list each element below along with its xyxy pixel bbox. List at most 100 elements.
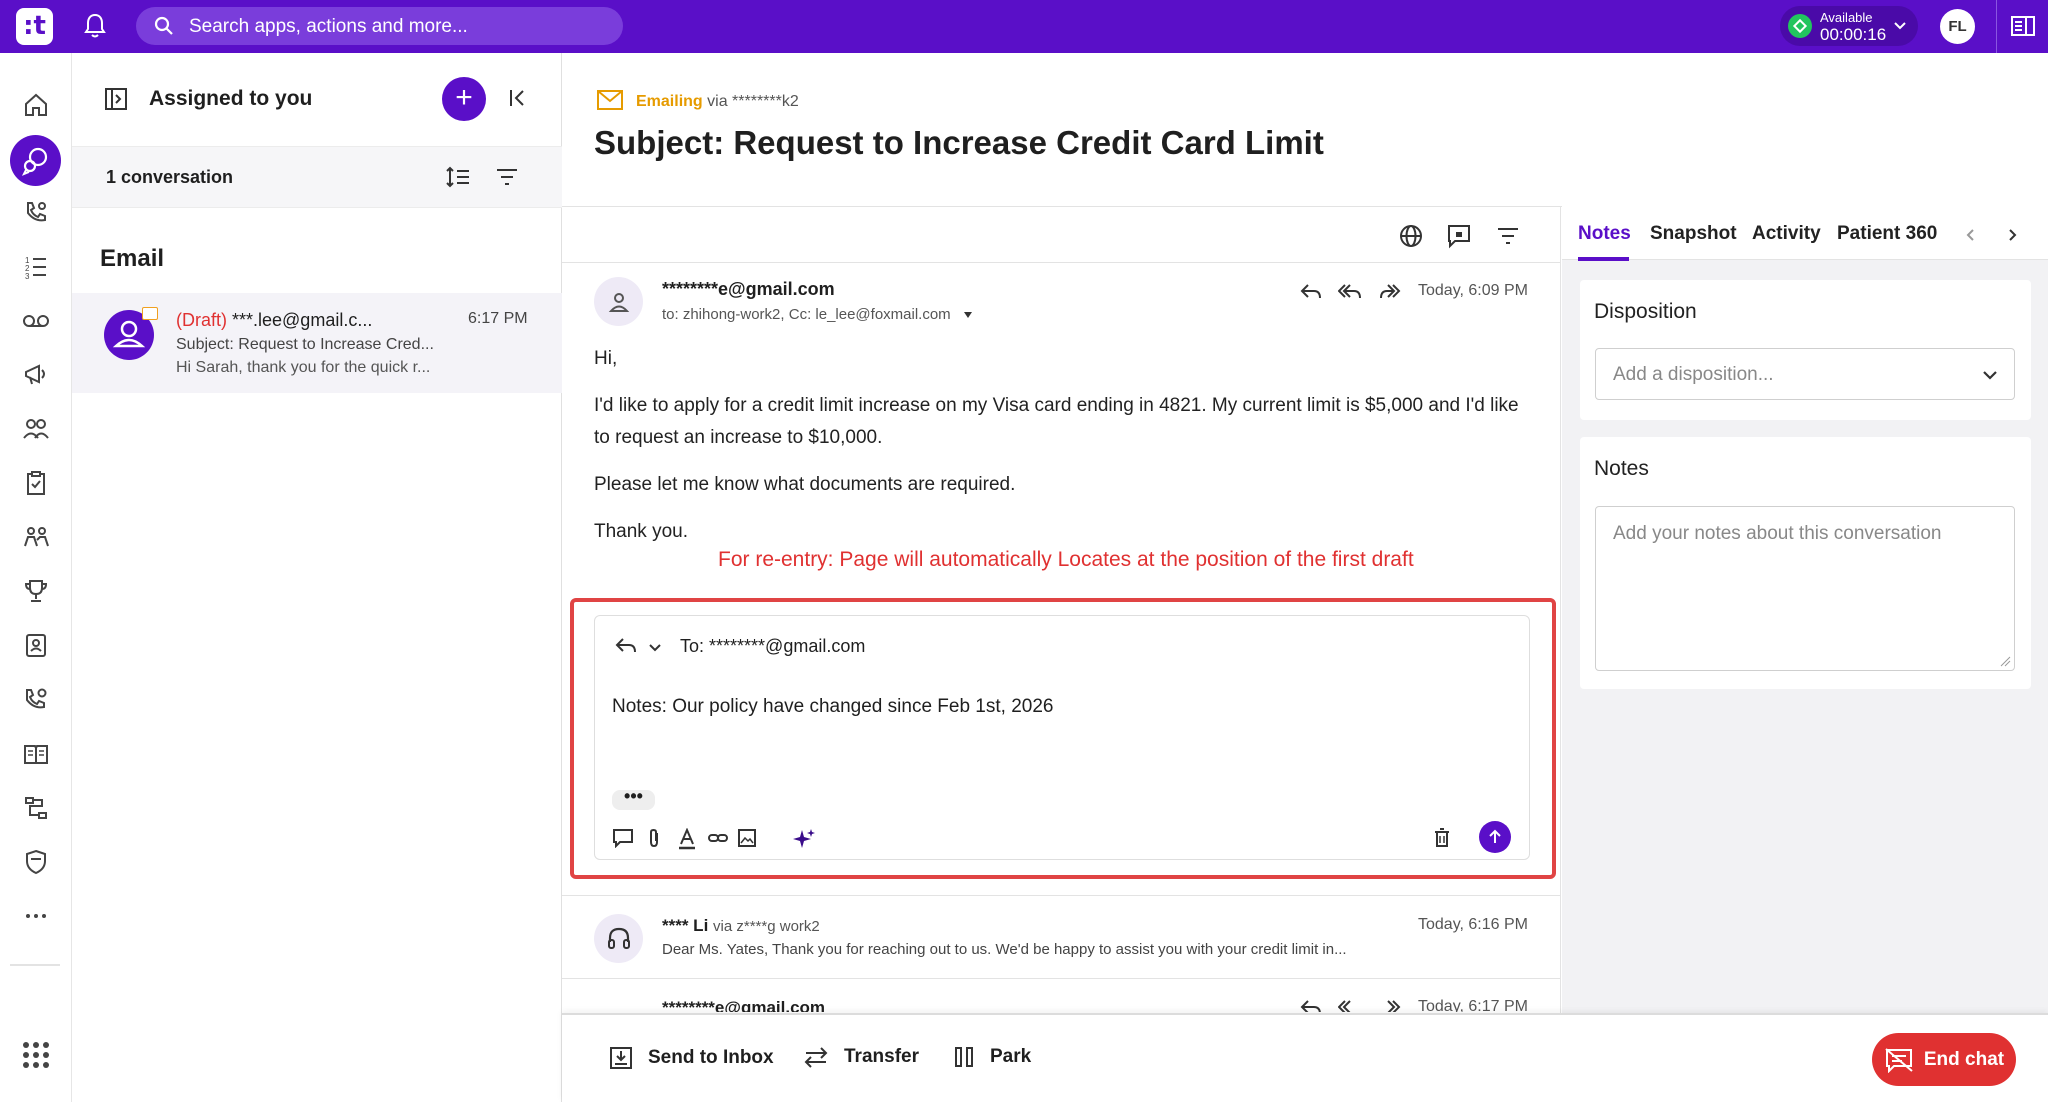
message-recipients[interactable]: to: zhihong-work2, Cc: le_lee@foxmail.co…	[662, 306, 973, 323]
bell-icon[interactable]	[84, 13, 106, 39]
shield-icon[interactable]	[18, 844, 54, 880]
disposition-select[interactable]: Add a disposition...	[1595, 348, 2015, 400]
message2-time: Today, 6:16 PM	[1418, 916, 1528, 933]
canned-response-icon[interactable]	[612, 828, 634, 848]
calls-icon[interactable]	[18, 194, 54, 230]
home-icon[interactable]	[18, 87, 54, 123]
reply-all-icon[interactable]	[1338, 998, 1362, 1012]
mail-icon	[597, 90, 623, 110]
transfer-button[interactable]: Transfer	[802, 1045, 919, 1069]
disposition-card: Disposition Add a disposition...	[1580, 280, 2031, 420]
left-nav: 123	[0, 53, 72, 1102]
clipboard-icon[interactable]	[18, 465, 54, 501]
page-title: Subject: Request to Increase Credit Card…	[594, 124, 1324, 161]
divider	[562, 978, 1560, 979]
bottom-action-bar: Send to Inbox Transfer Park End chat	[562, 1013, 2048, 1102]
app-logo[interactable]: :t	[16, 8, 53, 45]
globe-icon[interactable]	[1398, 223, 1424, 249]
workflow-icon[interactable]	[18, 790, 54, 826]
draft-text[interactable]: Notes: Our policy have changed since Feb…	[612, 696, 1053, 718]
message-greeting: Hi,	[594, 348, 618, 369]
send-to-inbox-button[interactable]: Send to Inbox	[608, 1045, 774, 1071]
park-button[interactable]: Park	[952, 1045, 1031, 1069]
status-selector[interactable]: Available 00:00:16	[1780, 6, 1918, 46]
trash-icon[interactable]	[1433, 828, 1451, 848]
trophy-icon[interactable]	[18, 573, 54, 609]
sidebar-toggle-icon[interactable]	[104, 87, 128, 111]
divider	[562, 895, 1560, 896]
channel-line: Emailing via ********k2	[596, 89, 799, 111]
list-item[interactable]: (Draft) ***.lee@gmail.c... 6:17 PM Subje…	[72, 293, 562, 393]
right-panel-tabs: Notes Snapshot Activity Patient 360	[1562, 207, 2048, 261]
voicemail-icon[interactable]	[18, 303, 54, 339]
tab-snapshot[interactable]: Snapshot	[1650, 223, 1737, 245]
phone-settings-icon[interactable]	[18, 681, 54, 717]
ai-sparkle-icon[interactable]	[792, 828, 816, 850]
image-icon[interactable]	[737, 828, 757, 848]
apps-grid-icon[interactable]	[18, 1037, 54, 1073]
notes-textarea[interactable]: Add your notes about this conversation	[1595, 506, 2015, 671]
new-conversation-button[interactable]: +	[442, 77, 486, 121]
show-quoted-button[interactable]: •••	[612, 787, 655, 810]
more-icon[interactable]	[18, 898, 54, 934]
divider	[1560, 207, 1561, 1067]
disposition-placeholder: Add a disposition...	[1613, 364, 1774, 385]
chevron-left-icon[interactable]	[1963, 227, 1977, 243]
contact-card-icon[interactable]	[18, 627, 54, 663]
side-panel-icon[interactable]	[2010, 14, 2036, 38]
text-format-icon[interactable]	[677, 828, 697, 850]
draft-composer[interactable]: To: ********@gmail.com Notes: Our policy…	[594, 615, 1530, 860]
pause-icon	[955, 1047, 973, 1067]
status-label: Available	[1820, 10, 1873, 25]
chevron-down-icon	[1983, 371, 1997, 380]
reply-icon[interactable]	[1300, 998, 1322, 1012]
filter-icon[interactable]	[495, 167, 519, 187]
draft-to[interactable]: To: ********@gmail.com	[680, 636, 865, 657]
section-heading-email: Email	[100, 245, 165, 272]
forward-icon[interactable]	[1379, 998, 1401, 1012]
global-search[interactable]: Search apps, actions and more...	[136, 7, 623, 45]
link-icon[interactable]	[707, 828, 729, 848]
caret-down-icon	[963, 312, 972, 318]
conversations-icon[interactable]	[10, 135, 61, 186]
reply-icon[interactable]	[1300, 282, 1322, 302]
resize-handle-icon[interactable]	[1999, 655, 2011, 667]
list-icon[interactable]: 123	[18, 249, 54, 285]
forward-icon[interactable]	[1379, 282, 1401, 302]
end-chat-button[interactable]: End chat	[1872, 1033, 2016, 1086]
user-avatar[interactable]: FL	[1940, 9, 1975, 44]
message-closing: Thank you.	[594, 521, 688, 542]
message3-from: ********e@gmail.com	[662, 998, 826, 1012]
collapse-icon[interactable]	[508, 87, 528, 109]
team-icon[interactable]	[18, 519, 54, 555]
message2-sender: **** Li	[662, 916, 709, 935]
knowledge-book-icon[interactable]	[18, 736, 54, 772]
private-note-icon[interactable]	[1446, 223, 1472, 249]
tab-patient-360[interactable]: Patient 360	[1837, 223, 1940, 245]
status-timer: 00:00:16	[1820, 25, 1887, 44]
reply-mode-selector[interactable]	[615, 636, 663, 661]
message-from: ********e@gmail.com	[662, 279, 835, 299]
channel-name: Emailing	[636, 93, 703, 110]
divider	[1996, 0, 1997, 53]
disposition-title: Disposition	[1594, 300, 1697, 323]
message2-preview[interactable]: Dear Ms. Yates, Thank you for reaching o…	[662, 941, 1347, 958]
search-icon	[154, 16, 173, 35]
end-chat-label: End chat	[1923, 1048, 2005, 1070]
filter-icon[interactable]	[1496, 226, 1520, 246]
conversation-list-header: Assigned to you +	[72, 53, 562, 146]
message-toolbar	[562, 207, 1560, 263]
send-button[interactable]	[1479, 821, 1511, 853]
campaign-icon[interactable]	[18, 357, 54, 393]
transfer-label: Transfer	[844, 1046, 919, 1067]
message-to: to: zhihong-work2, Cc: le_lee@foxmail.co…	[662, 306, 951, 323]
tab-activity[interactable]: Activity	[1752, 223, 1821, 245]
tab-notes[interactable]: Notes	[1578, 223, 1631, 245]
contacts-icon[interactable]	[18, 411, 54, 447]
reply-all-icon[interactable]	[1338, 282, 1362, 302]
attachment-icon[interactable]	[645, 828, 663, 848]
send-to-inbox-label: Send to Inbox	[648, 1047, 774, 1068]
chevron-right-icon[interactable]	[2006, 227, 2020, 243]
list-title: Assigned to you	[149, 87, 313, 110]
sort-icon[interactable]	[445, 165, 471, 189]
